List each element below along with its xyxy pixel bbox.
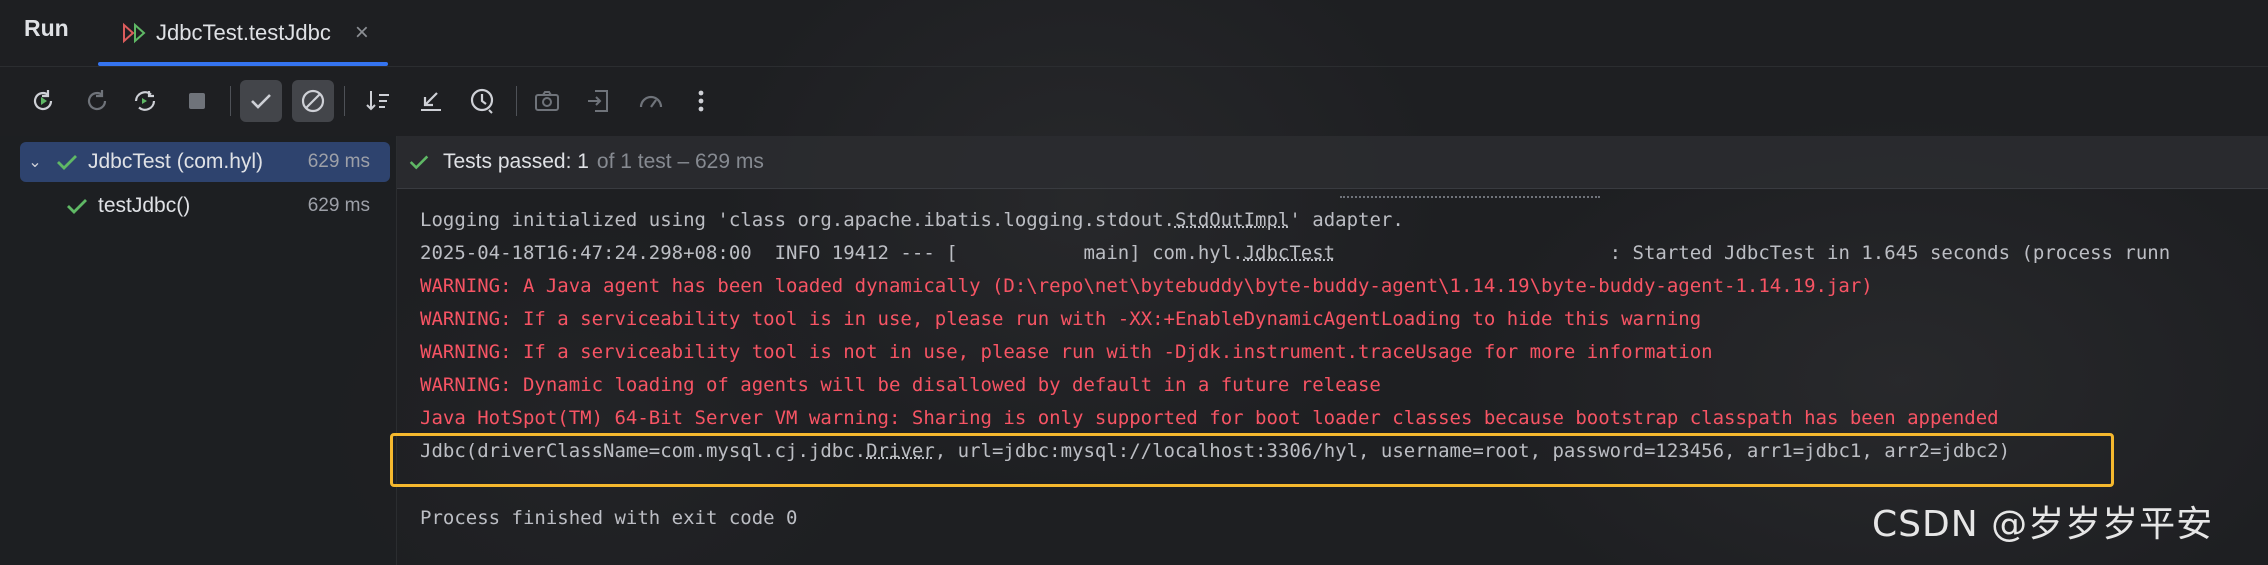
check-icon [409, 155, 429, 170]
tree-item-time: 629 ms [307, 195, 370, 216]
test-history-icon[interactable] [462, 80, 504, 122]
console-line: Java HotSpot(TM) 64-Bit Server VM warnin… [420, 407, 1999, 429]
check-icon [67, 199, 87, 214]
toolbar-separator [230, 86, 231, 116]
run-toolbar [0, 76, 760, 128]
collapse-all-icon[interactable] [410, 80, 452, 122]
show-passed-icon[interactable] [240, 80, 282, 122]
tests-summary-label: of 1 test – 629 ms [596, 150, 764, 173]
class-link[interactable]: JdbcTest [1244, 242, 1336, 264]
import-tests-icon[interactable] [578, 80, 620, 122]
rerun-icon[interactable] [22, 80, 64, 122]
sort-alphabetically-icon[interactable] [358, 80, 400, 122]
tree-item-label: JdbcTest (com.hyl) [88, 150, 264, 173]
chevron-down-icon[interactable]: ⌄ [20, 152, 50, 172]
rerun-failed-icon[interactable] [76, 80, 118, 122]
show-ignored-icon[interactable] [292, 80, 334, 122]
highlight-annotation-box [390, 433, 2114, 487]
toggle-auto-test-icon[interactable] [124, 80, 166, 122]
console-line: WARNING: If a serviceability tool is not… [420, 341, 1713, 363]
console-line: 2025-04-18T16:47:24.298+08:00 INFO 19412… [420, 242, 2171, 264]
check-icon [57, 155, 77, 170]
tree-item-time: 629 ms [307, 151, 370, 172]
tool-window-header: Run JdbcTest.testJdbc × [0, 0, 2268, 67]
tree-item-jdbctest[interactable]: ⌄ JdbcTest (com.hyl) 629 ms [20, 142, 390, 182]
class-link[interactable]: StdOutImpl [1175, 209, 1289, 231]
tests-passed-label: Tests passed: 1 [443, 150, 589, 173]
run-tool-window-title: Run [24, 15, 69, 41]
close-icon[interactable]: × [355, 19, 369, 47]
console-line: WARNING: Dynamic loading of agents will … [420, 374, 1381, 396]
stop-icon[interactable] [176, 80, 218, 122]
console-line: WARNING: A Java agent has been loaded dy… [420, 275, 1873, 297]
watermark: CSDN @岁岁岁平安 [1872, 504, 2214, 545]
test-status-bar: Tests passed: 1 of 1 test – 629 ms [397, 136, 2268, 189]
console-line: Logging initialized using 'class org.apa… [420, 209, 1404, 231]
tree-item-testjdbc[interactable]: testJdbc() 629 ms [60, 186, 390, 226]
tab-label: JdbcTest.testJdbc [156, 20, 331, 45]
junit-config-icon [123, 22, 146, 44]
toolbar-separator [344, 86, 345, 116]
console-line: WARNING: If a serviceability tool is in … [420, 308, 1702, 330]
more-options-icon[interactable] [680, 80, 722, 122]
console-line: Process finished with exit code 0 [420, 507, 798, 529]
toolbar-separator [516, 86, 517, 116]
test-results-tree: ⌄ JdbcTest (com.hyl) 629 ms testJdbc() 6… [0, 136, 396, 565]
tab-jdbctest-testjdbc[interactable]: JdbcTest.testJdbc × [98, 0, 388, 66]
active-tab-indicator [98, 62, 388, 66]
screenshot-icon[interactable] [526, 80, 568, 122]
panel-divider[interactable] [396, 136, 397, 565]
tree-item-label: testJdbc() [98, 194, 191, 217]
coverage-icon[interactable] [630, 80, 672, 122]
